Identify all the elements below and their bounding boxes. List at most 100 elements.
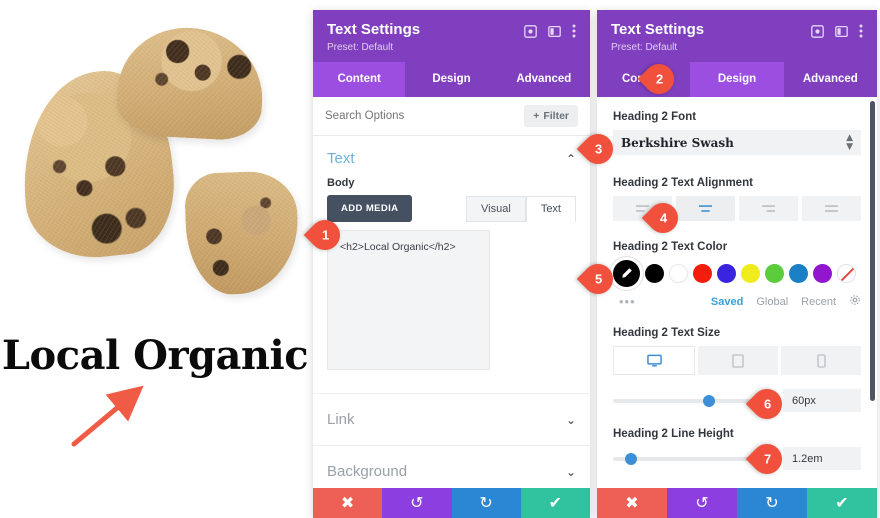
cancel-button[interactable]: ✖ [313,488,383,518]
save-button[interactable]: ✔ [520,488,590,518]
swatch-transparent[interactable] [837,264,856,283]
callout-badge-number: 3 [594,141,602,157]
tab-design[interactable]: Design [690,62,784,97]
heading2-lineheight-group: Heading 2 Line Height 1.2em [597,412,877,470]
color-picker-button[interactable] [613,260,640,287]
callout-badge-number: 2 [655,71,663,87]
editor-tab-text[interactable]: Text [525,195,576,222]
swatch-white[interactable] [669,264,688,283]
panel-preset-selector[interactable]: Preset: Default [611,42,704,53]
callout-badge-number: 6 [763,396,771,412]
align-right-button[interactable] [739,196,798,221]
redo-button[interactable]: ↻ [737,488,807,518]
search-input[interactable] [325,110,485,122]
lineheight-slider-knob[interactable] [624,452,637,465]
text-settings-panel-content: Text Settings Preset: Default Content De… [313,10,590,518]
text-settings-panel-design: Text Settings Preset: Default Content De… [597,10,877,518]
layout-view-icon[interactable] [835,25,848,38]
device-toggle-row [613,346,861,375]
body-field-label: Body [327,177,355,189]
textsize-slider-knob[interactable] [703,394,715,407]
heading2-font-label: Heading 2 Font [613,111,697,123]
swatch-yellow[interactable] [741,264,760,283]
tab-design[interactable]: Design [405,62,497,97]
swatch-purple[interactable] [813,264,832,283]
editor-tab-visual[interactable]: Visual [466,195,526,222]
redo-button[interactable]: ↻ [451,488,521,518]
panel-header-right: Text Settings Preset: Default [597,10,877,62]
heading2-textsize-group: Heading 2 Text Size 60px [597,309,877,412]
callout-badge-number: 5 [594,271,602,287]
more-colors-icon[interactable]: ••• [613,294,636,309]
responsive-preview-icon[interactable] [811,24,824,38]
heading2-font-value: Berkshire Swash [621,135,734,150]
chevron-updown-icon: ▲ ▼ [846,132,853,152]
color-tab-saved[interactable]: Saved [711,296,743,308]
panel-preset-selector[interactable]: Preset: Default [327,42,420,53]
tab-advanced[interactable]: Advanced [784,62,877,97]
chevron-down-icon: ⌄ [565,464,576,479]
undo-button[interactable]: ↺ [382,488,452,518]
swatch-blue[interactable] [717,264,736,283]
device-desktop-button[interactable] [613,346,695,375]
device-phone-button[interactable] [781,346,861,375]
callout-badge-number: 1 [321,227,329,243]
swatch-black[interactable] [645,264,664,283]
section-header-link[interactable]: Link ⌄ [313,393,590,445]
add-media-button[interactable]: ADD MEDIA [327,195,413,222]
section-header-text[interactable]: Text ⌃ [313,136,590,177]
color-tab-recent[interactable]: Recent [801,296,836,308]
callout-badge-number: 4 [659,210,667,226]
tab-advanced[interactable]: Advanced [498,62,590,97]
panel-title: Text Settings [327,21,421,38]
filter-button[interactable]: + Filter [524,105,578,127]
swatch-red[interactable] [693,264,712,283]
responsive-preview-icon[interactable] [524,24,537,38]
body-code-editor[interactable] [327,230,490,370]
color-meta-row: ••• Saved Global Recent [613,294,861,309]
textsize-value-field[interactable]: 60px [783,389,861,412]
plus-icon: + [533,110,540,122]
section-title-link: Link [327,411,355,428]
color-swatch-row [613,260,861,287]
heading2-font-select[interactable]: Berkshire Swash ▲ ▼ [613,130,861,155]
panel-tabs-left: Content Design Advanced [313,62,590,97]
section-title-text: Text [327,150,355,167]
device-tablet-button[interactable] [698,346,778,375]
section-header-background[interactable]: Background ⌄ [313,445,590,488]
preview-heading-text: Local Organic [1,332,309,379]
save-button[interactable]: ✔ [807,488,877,518]
panel-scrollbar[interactable] [870,101,875,401]
more-options-icon[interactable] [859,24,863,38]
heading2-color-label: Heading 2 Text Color [613,241,728,253]
panel-body-left: + Filter Text ⌃ Body ADD MEDIA Visual Te… [313,97,590,488]
filter-label: Filter [543,110,569,122]
heading2-font-group: Heading 2 Font Berkshire Swash ▲ ▼ [597,97,877,155]
align-center-button[interactable] [676,196,735,221]
cancel-button[interactable]: ✖ [597,488,667,518]
color-tab-global[interactable]: Global [756,296,788,308]
more-options-icon[interactable] [572,24,576,38]
panel-title: Text Settings [611,21,705,38]
panel-body-right: Heading 2 Font Berkshire Swash ▲ ▼ Headin… [597,97,877,488]
swatch-green[interactable] [765,264,784,283]
swatch-teal-blue[interactable] [789,264,808,283]
page-preview-area: Local Organic [0,0,310,518]
section-title-background: Background [327,463,408,480]
undo-button[interactable]: ↺ [667,488,737,518]
lineheight-value-field[interactable]: 1.2em [783,447,861,470]
heading2-alignment-label: Heading 2 Text Alignment [613,177,753,189]
align-justify-button[interactable] [802,196,861,221]
heading2-color-group: Heading 2 Text Color ••• Saved Global Re… [597,221,877,309]
layout-view-icon[interactable] [548,25,561,38]
annotation-arrow-icon [71,385,144,447]
lineheight-slider-row: 1.2em [613,447,861,470]
chevron-down-icon: ⌄ [565,412,576,427]
editor-toolbar-row: ADD MEDIA Visual Text [313,195,590,222]
panel-footer-right: ✖ ↺ ↻ ✔ [597,488,877,518]
textsize-slider-row: 60px [613,389,861,412]
cookie-piece-top [115,24,266,142]
gear-icon[interactable] [849,294,861,309]
search-row: + Filter [313,97,590,136]
tab-content[interactable]: Content [313,62,406,97]
